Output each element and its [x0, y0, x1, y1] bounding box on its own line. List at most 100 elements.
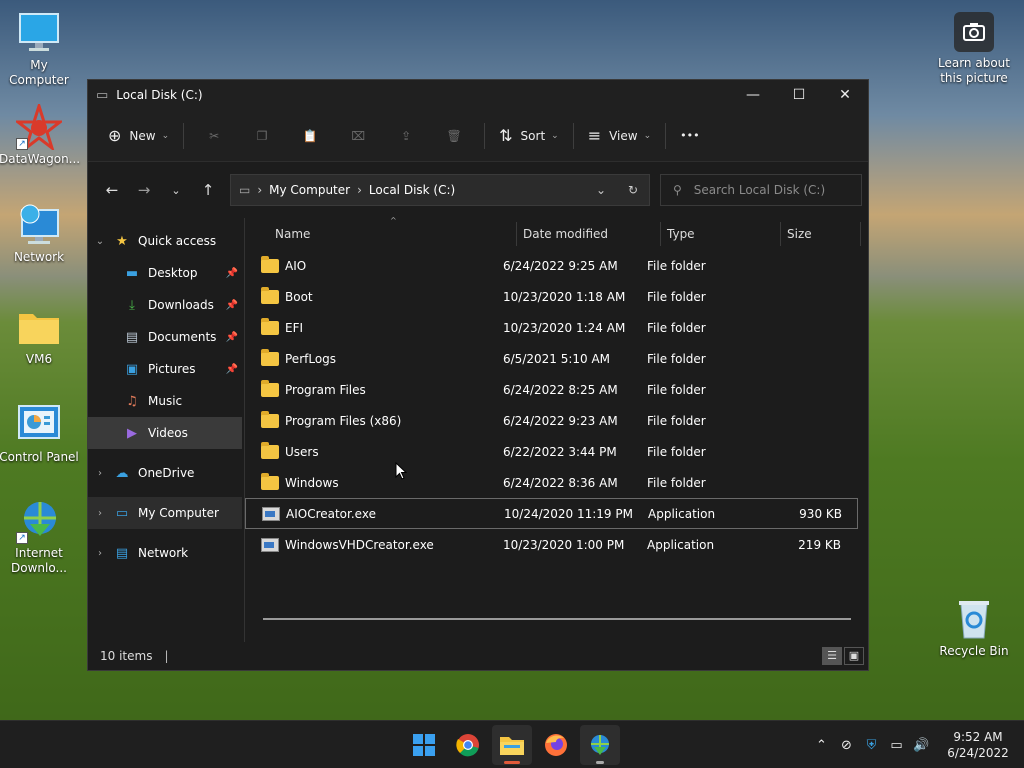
table-row[interactable]: Windows 6/24/2022 8:36 AM File folder [245, 467, 868, 498]
sidebar-item-my-computer[interactable]: › ▭ My Computer [88, 497, 242, 529]
separator [572, 122, 574, 149]
copy-icon: ❐ [256, 128, 268, 143]
address-dropdown-button[interactable]: ⌄ [585, 183, 617, 197]
table-row[interactable]: WindowsVHDCreator.exe 10/23/2020 1:00 PM A… [245, 529, 868, 560]
breadcrumb-local-disk[interactable]: Local Disk (C:) [369, 183, 455, 197]
column-header-type[interactable]: Type [661, 222, 781, 246]
paste-button[interactable]: 📋 [286, 120, 334, 152]
volume-icon[interactable]: 🔊 [909, 738, 934, 753]
up-button[interactable]: ↑ [192, 174, 224, 206]
details-view-button[interactable]: ☰ [822, 647, 842, 665]
sidebar-item-label: Quick access [138, 234, 217, 248]
column-header-name[interactable]: Name [245, 222, 517, 246]
search-input[interactable]: ⚲ Search Local Disk (C:) [660, 174, 862, 206]
sidebar-item-quick-access[interactable]: ⌄ ★ Quick access [88, 225, 244, 257]
recent-locations-button[interactable]: ⌄ [160, 174, 192, 206]
column-header-size[interactable]: Size [781, 222, 861, 246]
sidebar-item-documents[interactable]: ▤ Documents 📌 [88, 321, 244, 353]
copy-button[interactable]: ❐ [238, 120, 286, 152]
share-button[interactable]: ⇪ [382, 120, 430, 152]
drive-icon: ▭ [96, 87, 109, 103]
file-date: 10/23/2020 1:00 PM [503, 537, 625, 552]
desktop-icon-control-panel[interactable]: Control Panel [0, 402, 79, 465]
table-row[interactable]: EFI 10/23/2020 1:24 AM File folder [245, 312, 868, 343]
refresh-button[interactable]: ↻ [617, 183, 649, 197]
file-name-cell: Program Files [245, 379, 503, 397]
chevron-right-icon[interactable]: › [88, 508, 112, 519]
taskbar-file-explorer[interactable] [492, 725, 532, 765]
breadcrumb-my-computer[interactable]: My Computer [269, 183, 350, 197]
rename-button[interactable]: ⌧ [334, 120, 382, 152]
file-type: Application [647, 537, 715, 552]
file-name-cell: WindowsVHDCreator.exe [245, 537, 503, 552]
camera-icon [954, 12, 994, 52]
more-options-button[interactable]: ••• [672, 120, 707, 152]
chevron-up-icon[interactable]: ⌃ [809, 738, 834, 753]
file-date: 10/23/2020 1:18 AM [503, 289, 626, 304]
folder-icon [261, 317, 279, 335]
sidebar-item-downloads[interactable]: ⤓ Downloads 📌 [88, 289, 244, 321]
taskbar-chrome[interactable] [448, 725, 488, 765]
sidebar-item-pictures[interactable]: ▣ Pictures 📌 [88, 353, 244, 385]
file-name-cell: PerfLogs [245, 348, 503, 366]
new-button[interactable]: ⊕ New ⌄ [100, 120, 177, 152]
address-bar[interactable]: ▭ › My Computer › Local Disk (C:) ⌄ ↻ [230, 174, 650, 206]
minimize-button[interactable]: — [730, 80, 776, 110]
sidebar-item-label: Desktop [148, 266, 198, 280]
chevron-down-icon: ⌄ [161, 130, 170, 141]
sidebar-item-onedrive[interactable]: › ☁ OneDrive [88, 457, 244, 489]
file-name: Windows [285, 475, 339, 490]
sidebar-item-network[interactable]: › ▤ Network [88, 537, 244, 569]
column-header-date[interactable]: Date modified [517, 222, 661, 246]
table-row[interactable]: Users 6/22/2022 3:44 PM File folder [245, 436, 868, 467]
table-row[interactable]: Program Files 6/24/2022 8:25 AM File folde… [245, 374, 868, 405]
cut-button[interactable]: ✂ [190, 120, 238, 152]
table-row[interactable]: AIOCreator.exe 10/24/2020 11:19 PM Applica… [245, 498, 858, 529]
desktop-icon-datawagon[interactable]: ↗ DataWagon... [0, 100, 80, 167]
maximize-button[interactable]: ☐ [776, 80, 822, 110]
tiles-view-button[interactable]: ▣ [844, 647, 864, 665]
taskbar-firefox[interactable] [536, 725, 576, 765]
sidebar-item-label: OneDrive [138, 466, 195, 480]
horizontal-scrollbar[interactable] [263, 618, 851, 620]
title-bar[interactable]: ▭ Local Disk (C:) — ☐ ✕ [88, 80, 868, 110]
display-icon[interactable]: ▭ [884, 738, 909, 753]
clock[interactable]: 9:52 AM 6/24/2022 [938, 729, 1018, 761]
shield-icon[interactable]: ⛨ [859, 738, 884, 753]
start-button[interactable] [404, 725, 444, 765]
folder-icon [261, 286, 279, 304]
desktop-icon-recycle-bin[interactable]: Recycle Bin [934, 596, 1014, 659]
sidebar-item-music[interactable]: ♫ Music [88, 385, 244, 417]
folder-icon [261, 472, 279, 490]
sidebar-item-label: My Computer [138, 506, 219, 520]
chrome-icon [456, 734, 479, 757]
pin-icon: 📌 [225, 267, 238, 279]
chevron-down-icon[interactable]: ⌄ [88, 236, 112, 247]
table-row[interactable]: PerfLogs 6/5/2021 5:10 AM File folder [245, 343, 868, 374]
close-button[interactable]: ✕ [822, 80, 868, 110]
view-button[interactable]: ≡ View ⌄ [580, 120, 659, 152]
sort-button[interactable]: ⇅ Sort ⌄ [491, 120, 567, 152]
table-row[interactable]: AIO 6/24/2022 9:25 AM File folder [245, 250, 868, 281]
mouse-cursor-icon [395, 462, 407, 480]
taskbar-internet-download-manager[interactable] [580, 725, 620, 765]
desktop-icon-internet-download[interactable]: ↗ Internet Downlo... [0, 498, 79, 576]
sidebar-item-desktop[interactable]: ▬ Desktop 📌 [88, 257, 244, 289]
delete-button[interactable]: 🗑 [430, 120, 478, 152]
back-button[interactable]: ← [96, 174, 128, 206]
desktop-icon-network[interactable]: Network [0, 202, 79, 265]
forward-button[interactable]: → [128, 174, 160, 206]
file-name-cell: AIOCreator.exe [246, 506, 504, 521]
network-off-icon[interactable]: ⊘ [834, 738, 859, 753]
separator [484, 122, 486, 149]
chevron-right-icon[interactable]: › [88, 468, 112, 479]
desktop-icon-vm6[interactable]: VM6 [0, 304, 79, 367]
table-row[interactable]: Program Files (x86) 6/24/2022 9:23 AM File… [245, 405, 868, 436]
chevron-right-icon[interactable]: › [88, 548, 112, 559]
sidebar-item-videos[interactable]: ▶ Videos [88, 417, 242, 449]
drive-icon: ▭ [239, 183, 251, 197]
desktop-icon-my-computer[interactable]: My Computer [0, 10, 79, 88]
more-icon: ••• [680, 129, 700, 142]
desktop-icon-learn-picture[interactable]: Learn about this picture [934, 12, 1014, 86]
table-row[interactable]: Boot 10/23/2020 1:18 AM File folder [245, 281, 868, 312]
